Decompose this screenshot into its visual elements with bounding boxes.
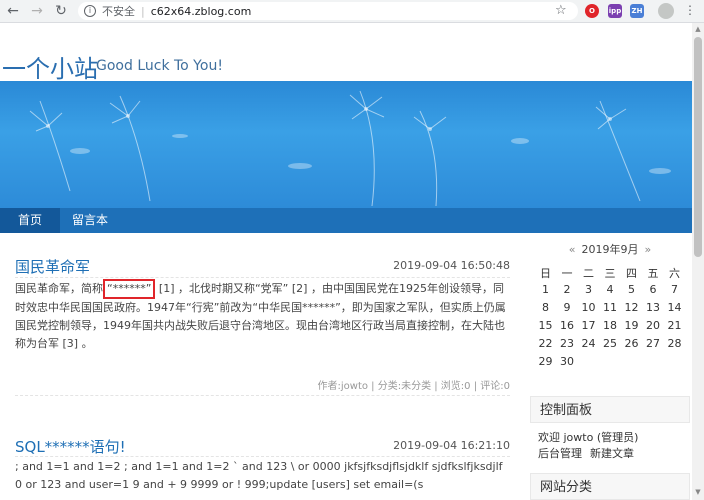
calendar-day[interactable]: 9 xyxy=(557,301,578,314)
page-content: 一个小站 Good Luck To You! 首页 留言本 国民革命军 2019… xyxy=(0,23,692,500)
article-title[interactable]: SQL******语句! xyxy=(15,436,126,457)
calendar-day[interactable]: 3 xyxy=(578,283,599,296)
calendar-day[interactable]: 24 xyxy=(578,337,599,350)
calendar-day[interactable]: 14 xyxy=(664,301,685,314)
calendar-day[interactable]: 11 xyxy=(600,301,621,314)
calendar-day[interactable]: 16 xyxy=(557,319,578,332)
welcome-text: 欢迎 jowto (管理员) xyxy=(538,431,639,444)
site-subtitle: Good Luck To You! xyxy=(96,58,223,74)
calendar-day[interactable]: 7 xyxy=(664,283,685,296)
calendar-day[interactable]: 18 xyxy=(600,319,621,332)
calendar-weekday: 日 xyxy=(540,267,551,280)
panel-title: 控制面板 xyxy=(530,396,690,423)
calendar-day[interactable]: 27 xyxy=(643,337,664,350)
calendar-day[interactable]: 21 xyxy=(664,319,685,332)
article-2: SQL******语句! 2019-09-04 16:21:10 ; and 1… xyxy=(15,436,510,500)
calendar-day[interactable]: 15 xyxy=(535,319,556,332)
categories-panel: 网站分类 xyxy=(530,473,690,500)
calendar-day[interactable]: 20 xyxy=(643,319,664,332)
calendar-day[interactable]: 1 xyxy=(535,283,556,296)
scroll-up-icon[interactable]: ▲ xyxy=(694,25,702,35)
browser-menu-icon[interactable]: ⋮ xyxy=(684,3,696,17)
site-header: 一个小站 Good Luck To You! xyxy=(0,23,692,84)
profile-avatar-icon[interactable] xyxy=(658,3,674,19)
scroll-thumb[interactable] xyxy=(694,37,702,257)
article-body: 国民革命军，简称 “******” [1] ，北伐时期又称“党军” [2] ，由中… xyxy=(15,279,510,353)
nav-guestbook[interactable]: 留言本 xyxy=(60,208,120,233)
control-panel: 控制面板 欢迎 jowto (管理员) 后台管理 新建文章 xyxy=(530,396,690,466)
calendar-day[interactable]: 13 xyxy=(643,301,664,314)
panel-title: 网站分类 xyxy=(530,473,690,500)
admin-link[interactable]: 后台管理 xyxy=(538,447,582,460)
calendar-day[interactable]: 30 xyxy=(557,355,578,368)
calendar-prev-button[interactable]: « xyxy=(569,243,576,256)
article-title[interactable]: 国民革命军 xyxy=(15,256,90,277)
browser-toolbar: ← → ↻ i 不安全 | c62x64.zblog.com ☆ O ipp Z… xyxy=(0,0,704,23)
article-date: 2019-09-04 16:50:48 xyxy=(393,259,510,272)
calendar-month: 2019年9月 xyxy=(581,243,639,256)
article-1: 国民革命军 2019-09-04 16:50:48 国民革命军，简称 “*****… xyxy=(15,256,510,396)
calendar-day[interactable]: 26 xyxy=(621,337,642,350)
calendar-day[interactable]: 6 xyxy=(643,283,664,296)
highlighted-abbreviation: “******” xyxy=(103,279,156,299)
dandelion-illustration xyxy=(29,90,671,207)
article-title-divider xyxy=(15,456,510,457)
article-body-text-start: 国民革命军，简称 xyxy=(15,282,103,295)
back-icon[interactable]: ← xyxy=(2,0,24,22)
calendar-day[interactable]: 29 xyxy=(535,355,556,368)
calendar-day[interactable]: 10 xyxy=(578,301,599,314)
calendar-weekday: 二 xyxy=(583,267,594,280)
separator: | xyxy=(141,4,145,18)
calendar-day[interactable]: 19 xyxy=(621,319,642,332)
calendar-weekday: 四 xyxy=(626,267,637,280)
article-separator xyxy=(15,395,510,396)
nav-home[interactable]: 首页 xyxy=(0,208,60,233)
calendar-day[interactable]: 17 xyxy=(578,319,599,332)
calendar-day[interactable]: 4 xyxy=(600,283,621,296)
bookmark-star-icon[interactable]: ☆ xyxy=(555,3,567,18)
security-label: 不安全 xyxy=(102,5,135,18)
new-post-link[interactable]: 新建文章 xyxy=(590,447,634,460)
article-meta: 作者:jowto | 分类:未分类 | 浏览:0 | 评论:0 xyxy=(317,381,511,392)
calendar-day[interactable]: 28 xyxy=(664,337,685,350)
address-bar[interactable]: i 不安全 | c62x64.zblog.com xyxy=(78,2,578,20)
url-text[interactable]: c62x64.zblog.com xyxy=(151,5,252,18)
calendar-day[interactable]: 5 xyxy=(621,283,642,296)
scroll-down-icon[interactable]: ▼ xyxy=(694,488,702,498)
info-icon[interactable]: i xyxy=(84,5,96,17)
calendar-day[interactable]: 2 xyxy=(557,283,578,296)
calendar-weekday: 五 xyxy=(647,267,659,280)
calendar-weekday: 一 xyxy=(561,267,573,280)
calendar-day[interactable]: 22 xyxy=(535,337,556,350)
calendar-day[interactable]: 23 xyxy=(557,337,578,350)
calendar-weekday: 六 xyxy=(669,267,680,280)
forward-icon[interactable]: → xyxy=(26,0,48,22)
calendar-next-button[interactable]: » xyxy=(645,243,652,256)
article-body: ; and 1=1 and 1=2 ; and 1=1 and 1=2 ` an… xyxy=(15,460,503,491)
article-title-divider xyxy=(15,277,510,278)
extension-zh-icon[interactable]: ZH xyxy=(630,4,644,18)
site-title[interactable]: 一个小站 xyxy=(2,49,98,84)
calendar-day[interactable]: 12 xyxy=(621,301,642,314)
calendar-day[interactable]: 8 xyxy=(535,301,556,314)
panel-body: 欢迎 jowto (管理员) 后台管理 新建文章 xyxy=(538,430,690,462)
banner-image xyxy=(0,81,692,208)
calendar-day[interactable]: 25 xyxy=(600,337,621,350)
reload-icon[interactable]: ↻ xyxy=(50,0,72,22)
main-navbar: 首页 留言本 xyxy=(0,208,692,233)
extension-ipp-icon[interactable]: ipp xyxy=(608,4,622,18)
calendar-weekday: 三 xyxy=(604,267,616,280)
article-date: 2019-09-04 16:21:10 xyxy=(393,439,510,452)
calendar-header: « 2019年9月 » xyxy=(530,241,690,257)
extension-opera-icon[interactable]: O xyxy=(585,4,599,18)
page-scrollbar[interactable]: ▲ ▼ xyxy=(692,23,704,500)
